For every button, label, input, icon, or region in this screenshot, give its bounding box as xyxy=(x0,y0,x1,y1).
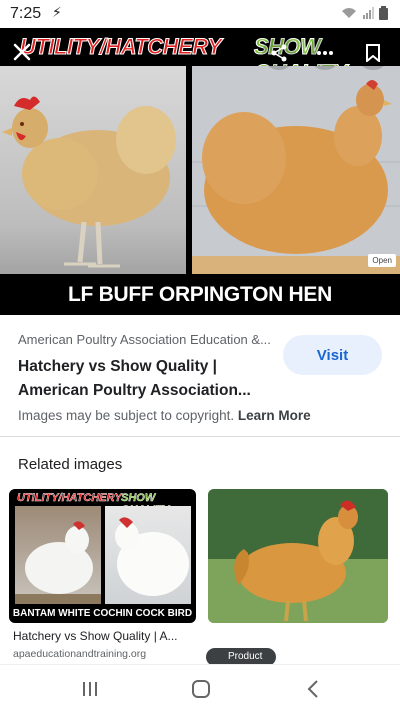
related-image-1[interactable]: UTILITY/HATCHERY SHOW QUALITY BANTAM WHI… xyxy=(9,489,196,623)
recent-apps-button[interactable] xyxy=(75,675,105,703)
recent-apps-icon xyxy=(83,682,97,696)
related-banner-left: UTILITY/HATCHERY xyxy=(17,492,122,504)
back-icon xyxy=(307,680,318,698)
visit-button[interactable]: Visit xyxy=(283,335,382,375)
clock: 7:25 xyxy=(10,5,42,22)
result-source[interactable]: American Poultry Association Education &… xyxy=(18,332,271,347)
divider xyxy=(0,436,400,437)
related-site: apaeducationandtraining.org xyxy=(13,648,147,660)
share-button[interactable] xyxy=(262,36,296,70)
copyright-notice: Images may be subject to copyright. Lear… xyxy=(18,408,311,423)
product-badge-label: Product xyxy=(228,651,263,662)
result-title[interactable]: Hatchery vs Show Quality | American Poul… xyxy=(18,355,268,403)
navigation-bar xyxy=(0,664,400,712)
close-icon[interactable] xyxy=(10,40,34,64)
home-button[interactable] xyxy=(186,675,216,703)
bookmark-button[interactable] xyxy=(356,36,390,70)
status-bar: 7:25 ⚡ xyxy=(0,0,400,28)
utility-hen-photo xyxy=(0,66,186,292)
related-image-2[interactable] xyxy=(208,489,388,623)
share-icon xyxy=(271,44,287,62)
battery-icon xyxy=(379,6,388,20)
image-caption: LF BUFF ORPINGTON HEN xyxy=(0,274,400,315)
related-caption: BANTAM WHITE COCHIN COCK BIRD xyxy=(12,608,193,619)
hatchery-cochin-photo xyxy=(15,506,101,604)
result-title-line1: Hatchery vs Show Quality | xyxy=(18,358,218,375)
banner-left-text: UTILITY/HATCHERY xyxy=(19,34,222,60)
bookmark-icon xyxy=(366,44,380,62)
learn-more-link[interactable]: Learn More xyxy=(238,408,311,423)
system-icons xyxy=(341,6,388,20)
signal-icon xyxy=(363,7,374,19)
open-badge[interactable]: Open xyxy=(368,254,396,267)
show-cochin-photo xyxy=(105,506,191,604)
related-heading: Related images xyxy=(18,456,123,473)
flash-icon: ⚡ xyxy=(52,4,62,20)
copyright-text: Images may be subject to copyright. xyxy=(18,408,235,423)
more-icon xyxy=(317,51,333,55)
back-button[interactable] xyxy=(298,675,328,703)
result-info: American Poultry Association Education &… xyxy=(0,315,400,439)
result-title-line2: American Poultry Association... xyxy=(18,382,251,399)
related-title[interactable]: Hatchery vs Show Quality | A... xyxy=(13,629,193,643)
home-icon xyxy=(192,680,210,698)
image-preview[interactable]: UTILITY/HATCHERY SHOW QUALITY xyxy=(0,28,400,315)
wifi-icon xyxy=(342,8,356,18)
more-options-button[interactable] xyxy=(308,36,342,70)
